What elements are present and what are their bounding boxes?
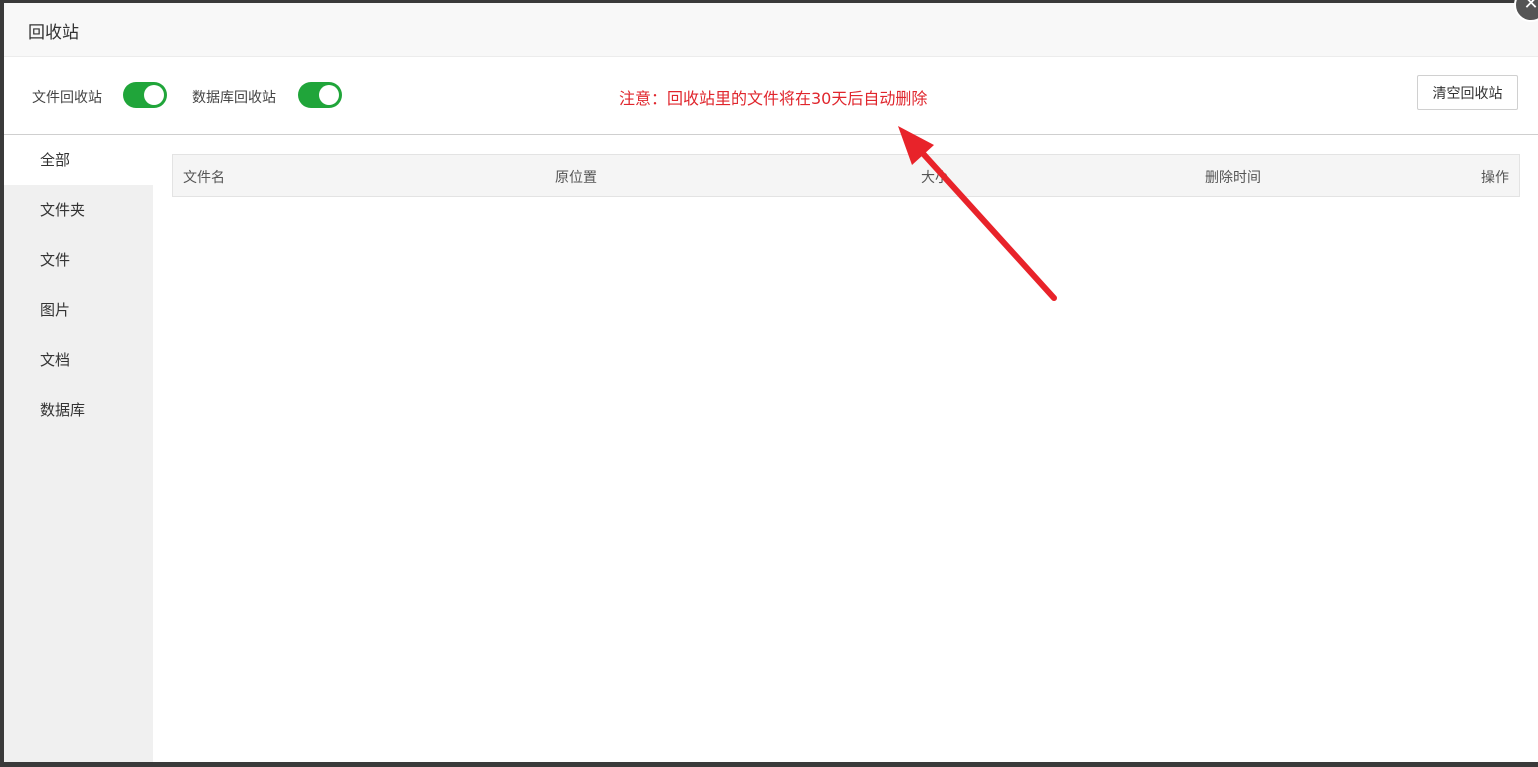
- column-header-delete-time: 删除时间: [1205, 170, 1261, 186]
- sidebar-item-label: 图片: [40, 301, 71, 319]
- file-recycle-label: 文件回收站: [32, 90, 102, 106]
- table-header: 文件名 原位置 大小 删除时间 操作: [172, 154, 1520, 197]
- toolbar: 文件回收站 数据库回收站 注意：回收站里的文件将在30天后自动删除 清空回收站: [4, 57, 1538, 135]
- dialog-title: 回收站: [28, 23, 79, 43]
- column-header-filename: 文件名: [183, 170, 225, 186]
- sidebar-item-documents[interactable]: 文档: [4, 335, 153, 385]
- clear-recycle-bin-button[interactable]: 清空回收站: [1417, 75, 1518, 110]
- sidebar-item-databases[interactable]: 数据库: [4, 385, 153, 435]
- column-header-size: 大小: [921, 170, 949, 186]
- sidebar-item-all[interactable]: 全部: [4, 135, 153, 185]
- auto-delete-notice: 注意：回收站里的文件将在30天后自动删除: [619, 89, 928, 108]
- column-header-actions: 操作: [1481, 170, 1509, 186]
- db-recycle-toggle[interactable]: [298, 82, 342, 108]
- sidebar-item-label: 全部: [40, 151, 71, 169]
- column-header-original-location: 原位置: [555, 170, 597, 186]
- sidebar-item-folders[interactable]: 文件夹: [4, 185, 153, 235]
- sidebar-item-images[interactable]: 图片: [4, 285, 153, 335]
- sidebar-item-files[interactable]: 文件: [4, 235, 153, 285]
- dialog-titlebar: 回收站: [4, 3, 1538, 57]
- category-sidebar: 全部 文件夹 文件 图片 文档 数据库: [4, 135, 153, 762]
- sidebar-item-label: 数据库: [40, 401, 86, 419]
- recycle-bin-dialog: 回收站 文件回收站 数据库回收站 注意：回收站里的文件将在30天后自动删除 清空…: [4, 3, 1538, 762]
- sidebar-item-label: 文档: [40, 351, 71, 369]
- file-recycle-toggle[interactable]: [123, 82, 167, 108]
- sidebar-item-label: 文件夹: [40, 201, 86, 219]
- toggle-knob: [319, 85, 339, 105]
- toggle-knob: [144, 85, 164, 105]
- sidebar-item-label: 文件: [40, 251, 71, 269]
- db-recycle-label: 数据库回收站: [192, 90, 276, 106]
